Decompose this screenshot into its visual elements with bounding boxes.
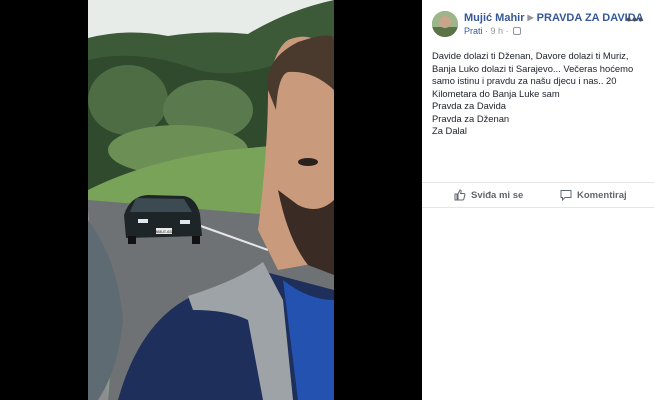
author-name[interactable]: Mujić Mahir bbox=[464, 12, 525, 24]
thumbs-up-icon bbox=[454, 189, 466, 201]
post-text: Davide dolazi ti Dženan, Davore dolazi t… bbox=[432, 50, 648, 138]
author-avatar[interactable] bbox=[432, 11, 458, 37]
like-button[interactable]: Sviđa mi se bbox=[454, 189, 523, 201]
post-line: Davide dolazi ti Dženan, Davore dolazi t… bbox=[432, 50, 634, 99]
comment-button[interactable]: Komentiraj bbox=[560, 189, 627, 201]
post-meta: Prati · 9 h · bbox=[464, 26, 522, 36]
caret-right-icon: ▶ bbox=[527, 13, 534, 22]
post-panel: Mujić Mahir ▶ PRAVDA ZA DAVIDA Prati · 9 h… bbox=[422, 0, 654, 400]
like-label: Sviđa mi se bbox=[471, 189, 524, 201]
media-viewer: M88-E-632 bbox=[0, 0, 420, 400]
post-time[interactable]: 9 h bbox=[491, 26, 504, 36]
more-options-icon[interactable]: ••• bbox=[626, 12, 644, 26]
follow-link[interactable]: Prati bbox=[464, 26, 483, 36]
post-line: Za Dalal bbox=[432, 125, 467, 136]
video-scene: M88-E-632 bbox=[88, 0, 334, 400]
meta-separator: · bbox=[485, 26, 489, 36]
comment-label: Komentiraj bbox=[577, 189, 627, 201]
video-frame[interactable]: M88-E-632 bbox=[88, 0, 334, 400]
meta-separator-2: · bbox=[505, 26, 509, 36]
license-plate: M88-E-632 bbox=[154, 229, 175, 234]
globe-icon bbox=[513, 27, 522, 35]
comment-bubble-icon bbox=[560, 190, 572, 201]
post-header: Mujić Mahir ▶ PRAVDA ZA DAVIDA Prati · 9 h… bbox=[432, 10, 646, 38]
post-line: Pravda za Dženan bbox=[432, 112, 510, 124]
author-line: Mujić Mahir ▶ PRAVDA ZA DAVIDA bbox=[464, 12, 644, 24]
post-actions: Sviđa mi se Komentiraj bbox=[422, 182, 654, 208]
post-line: Pravda za Davida bbox=[432, 100, 506, 111]
